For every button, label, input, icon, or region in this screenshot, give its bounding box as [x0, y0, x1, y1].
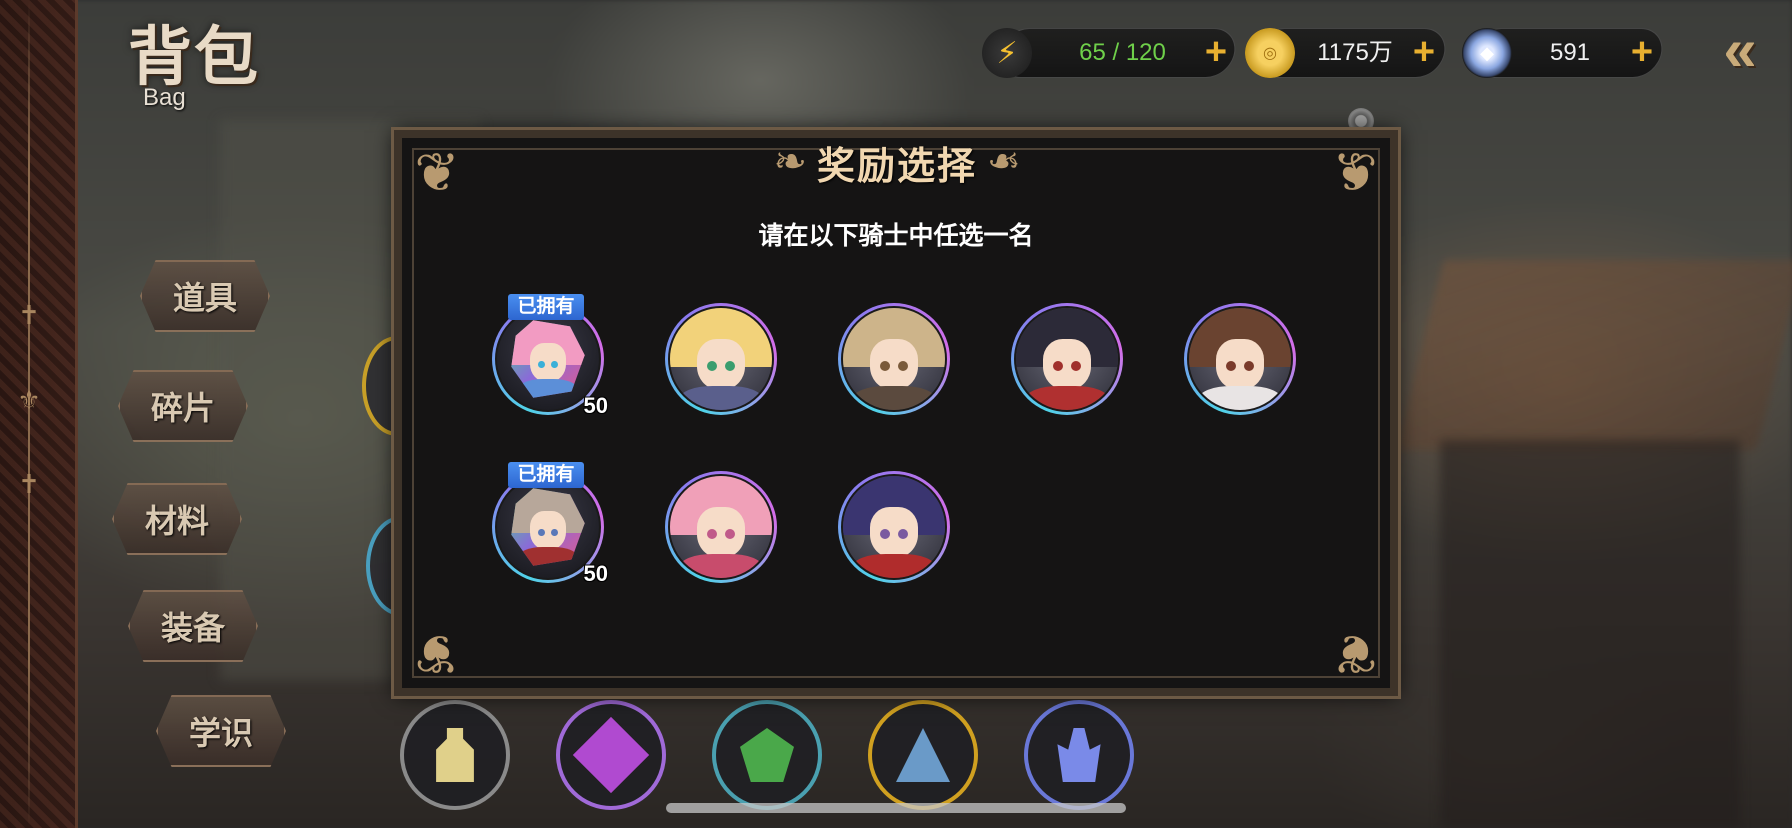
- menu-item-equipment[interactable]: 装备: [128, 590, 258, 662]
- crystal-icon: ◆: [1462, 28, 1512, 78]
- fragment-count: 50: [583, 393, 608, 418]
- corner-flourish-icon: ❦: [414, 141, 460, 204]
- outfit: [1026, 385, 1108, 410]
- bottom-item-slot[interactable]: [400, 700, 510, 810]
- outfit: [1199, 385, 1281, 410]
- eye: [879, 361, 890, 372]
- background-roof: [1396, 260, 1792, 450]
- bottom-item-slot[interactable]: [868, 700, 978, 810]
- add-diamond-button[interactable]: +: [1622, 32, 1662, 72]
- corner-flourish-icon: ❦: [1332, 622, 1378, 685]
- fragment-shape: [511, 320, 585, 398]
- owned-badge: 已拥有: [508, 294, 584, 320]
- bottom-item-slot[interactable]: [712, 700, 822, 810]
- stamina-value: 65 / 120: [1079, 39, 1166, 66]
- dialog-subtitle: 请在以下骑士中任选一名: [758, 222, 1034, 250]
- gold-coin-icon: ◎: [1245, 28, 1295, 78]
- ornament-cross-icon: ✝: [18, 300, 40, 330]
- outfit: [680, 553, 762, 578]
- corner-flourish-icon: ❦: [1332, 141, 1378, 204]
- fragment-count: 50: [583, 561, 608, 586]
- knight-portrait: [841, 306, 947, 412]
- outfit: [853, 385, 935, 410]
- outfit: [680, 385, 762, 410]
- left-ornament: ✝ ⚜ ✝: [12, 300, 46, 500]
- title-flourish-icon: ❧: [987, 139, 1021, 185]
- knight-portrait: [1187, 306, 1293, 412]
- face: [1215, 338, 1265, 390]
- menu-item-knowledge[interactable]: 学识: [156, 695, 286, 767]
- knight-option[interactable]: [665, 303, 777, 415]
- knight-portrait: [841, 474, 947, 580]
- eye: [1052, 361, 1063, 372]
- back-arrow-icon: «: [1723, 15, 1757, 83]
- menu-item-materials[interactable]: 材料: [112, 483, 242, 555]
- lightning-icon: ⚡: [982, 28, 1032, 78]
- left-ornate-strip: ✝ ⚜ ✝: [0, 0, 78, 828]
- bottom-item-slot[interactable]: [556, 700, 666, 810]
- eye: [706, 361, 717, 372]
- outfit: [518, 547, 578, 566]
- ornament-cross-icon: ✝: [18, 469, 40, 499]
- ornament-fleur-icon: ⚜: [17, 384, 41, 415]
- knight-portrait: [668, 306, 774, 412]
- knight-option[interactable]: [838, 303, 950, 415]
- knight-option[interactable]: [838, 471, 950, 583]
- knight-portrait: [668, 474, 774, 580]
- outfit: [518, 379, 578, 398]
- add-stamina-button[interactable]: +: [1196, 32, 1236, 72]
- bottom-item-slot[interactable]: [1024, 700, 1134, 810]
- title-flourish-icon: ❧: [773, 139, 807, 185]
- dialog-title-wrap: ❧ 奖励选择 ❧: [702, 134, 1092, 190]
- purple-gem-icon: [572, 716, 650, 794]
- face: [869, 506, 919, 558]
- corner-flourish-icon: ❦: [414, 622, 460, 685]
- blue-crystal-cluster-icon: [1057, 728, 1101, 782]
- knight-portrait: [1014, 306, 1120, 412]
- owned-badge: 已拥有: [508, 462, 584, 488]
- back-button[interactable]: «: [1688, 14, 1792, 84]
- reward-selection-dialog: ❦ ❦ ❦ ❦ ❧ 奖励选择 ❧ 请在以下骑士中任选一名 已拥有 50 已拥有 50: [391, 127, 1401, 699]
- eye: [706, 529, 717, 540]
- knight-option[interactable]: [1184, 303, 1296, 415]
- knight-option[interactable]: [1011, 303, 1123, 415]
- face: [1042, 338, 1092, 390]
- green-crystal-icon: [740, 728, 794, 782]
- menu-item-items[interactable]: 道具: [140, 260, 270, 332]
- add-gold-button[interactable]: +: [1404, 32, 1444, 72]
- home-indicator: [666, 803, 1126, 813]
- outfit: [853, 553, 935, 578]
- potion-bottle-icon: [436, 728, 474, 782]
- diamond-value: 591: [1549, 39, 1591, 66]
- eye: [1225, 361, 1236, 372]
- dialog-title: 奖励选择: [816, 142, 977, 188]
- knight-option[interactable]: 已拥有 50: [492, 462, 608, 586]
- page-subtitle: Bag: [143, 84, 186, 111]
- fragment-shape: [511, 488, 585, 566]
- gold-value: 1175万: [1317, 39, 1393, 66]
- face: [530, 511, 566, 551]
- eye: [879, 529, 890, 540]
- face: [696, 506, 746, 558]
- face: [530, 343, 566, 383]
- knight-option[interactable]: 已拥有 50: [492, 294, 608, 418]
- menu-item-fragments[interactable]: 碎片: [118, 370, 248, 442]
- face: [696, 338, 746, 390]
- knight-option[interactable]: [665, 471, 777, 583]
- background-wall: [1440, 440, 1740, 828]
- face: [869, 338, 919, 390]
- blue-prism-icon: [896, 728, 950, 782]
